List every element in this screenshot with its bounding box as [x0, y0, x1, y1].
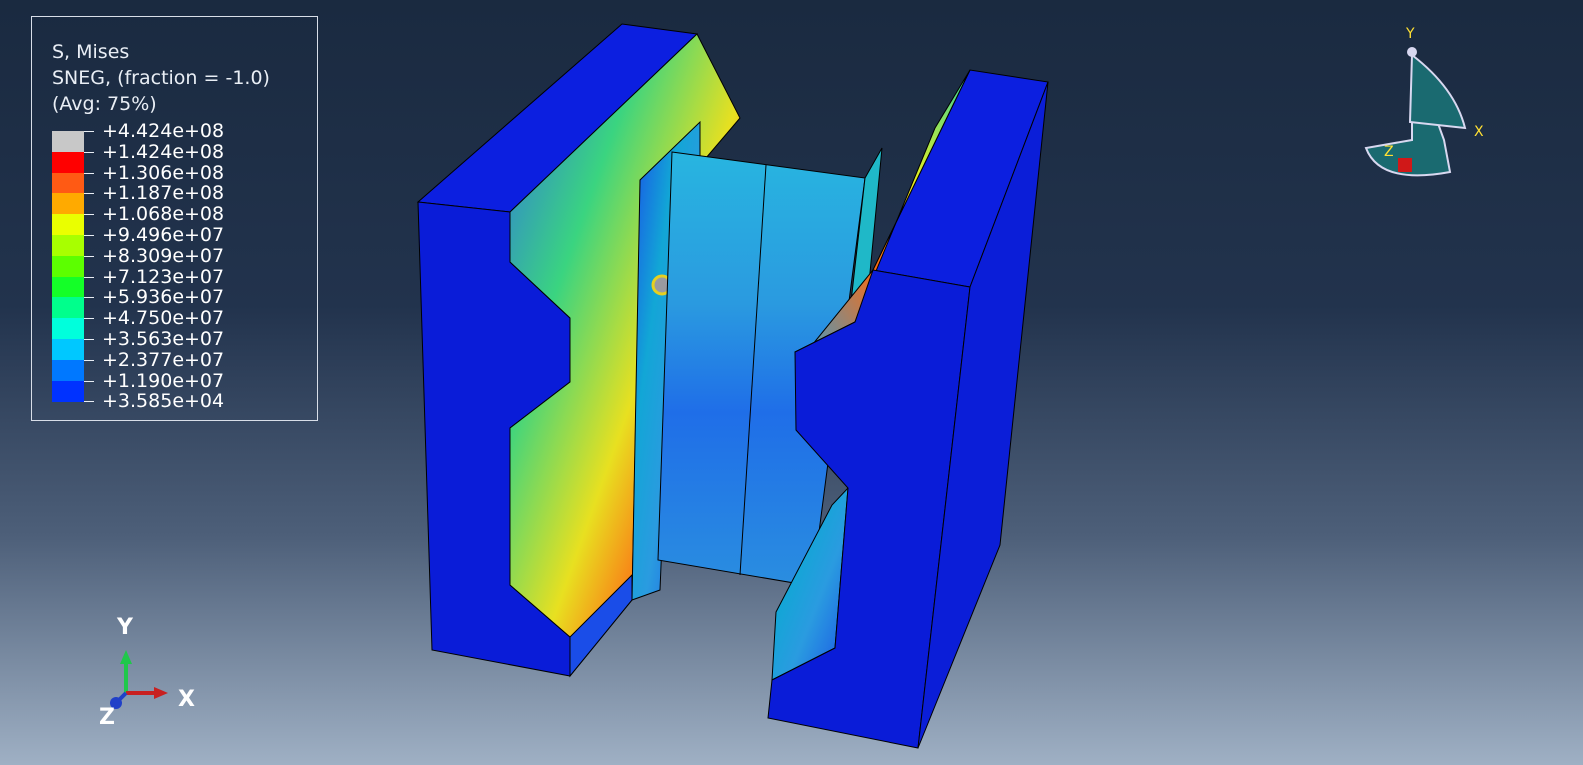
triad-x-label: X	[178, 687, 195, 712]
legend-swatch	[52, 131, 84, 152]
view-triad-x-label: X	[1474, 124, 1484, 140]
legend-level-label: +2.377e+07	[102, 348, 225, 371]
legend-tick	[84, 380, 94, 382]
legend-level-label: +1.187e+08	[102, 182, 225, 205]
legend-tick	[84, 297, 94, 299]
legend-level-label: +5.936e+07	[102, 286, 225, 309]
legend-level-label: +1.068e+08	[102, 203, 225, 226]
legend-tick	[84, 318, 94, 320]
legend-averaging: (Avg: 75%)	[52, 93, 157, 115]
legend-level-label: +3.563e+07	[102, 328, 225, 350]
legend-level-label: +1.424e+08	[102, 140, 225, 163]
view-triad-y-label: Y	[1406, 26, 1415, 42]
legend-swatch	[52, 151, 84, 173]
legend-tick	[84, 339, 94, 340]
legend-tick	[84, 131, 94, 132]
triad-z-label: Z	[99, 705, 115, 730]
legend-swatch	[52, 235, 84, 256]
legend-tick	[84, 359, 94, 361]
legend-level-label: +8.309e+07	[102, 244, 225, 267]
legend-level-label: +1.306e+08	[102, 161, 225, 184]
fea-model	[416, 23, 1049, 749]
legend-tick	[84, 255, 94, 257]
view-orientation-triad	[1364, 47, 1467, 177]
legend-swatch	[52, 172, 84, 194]
legend-swatch	[52, 276, 84, 298]
legend-swatch	[52, 339, 84, 360]
legend-swatch	[52, 214, 84, 236]
contour-legend: S, Mises SNEG, (fraction = -1.0) (Avg: 7…	[31, 16, 318, 421]
global-axis-triad	[110, 650, 168, 709]
legend-tick	[84, 172, 94, 174]
legend-tick	[84, 214, 94, 216]
legend-swatch	[52, 255, 84, 277]
legend-variable-title: S, Mises	[52, 41, 130, 63]
legend-swatch	[52, 193, 84, 215]
legend-section-point: SNEG, (fraction = -1.0)	[52, 67, 270, 89]
legend-tick	[84, 276, 94, 278]
legend-swatch	[52, 359, 84, 381]
legend-tick	[84, 401, 94, 403]
legend-level-label: +9.496e+07	[102, 224, 225, 246]
legend-swatch	[52, 318, 84, 340]
legend-level-label: +3.585e+04	[102, 390, 225, 413]
legend-level-label: +7.123e+07	[102, 265, 225, 288]
legend-level-label: +4.424e+08	[102, 120, 225, 142]
legend-level-label: +1.190e+07	[102, 369, 225, 392]
view-triad-z-label: Z	[1384, 144, 1394, 160]
triad-y-label: Y	[117, 615, 133, 640]
legend-swatch	[52, 297, 84, 319]
legend-tick	[84, 151, 94, 153]
legend-tick	[84, 193, 94, 195]
legend-tick	[84, 235, 94, 236]
legend-level-label: +4.750e+07	[102, 307, 225, 330]
legend-swatch	[52, 380, 84, 402]
